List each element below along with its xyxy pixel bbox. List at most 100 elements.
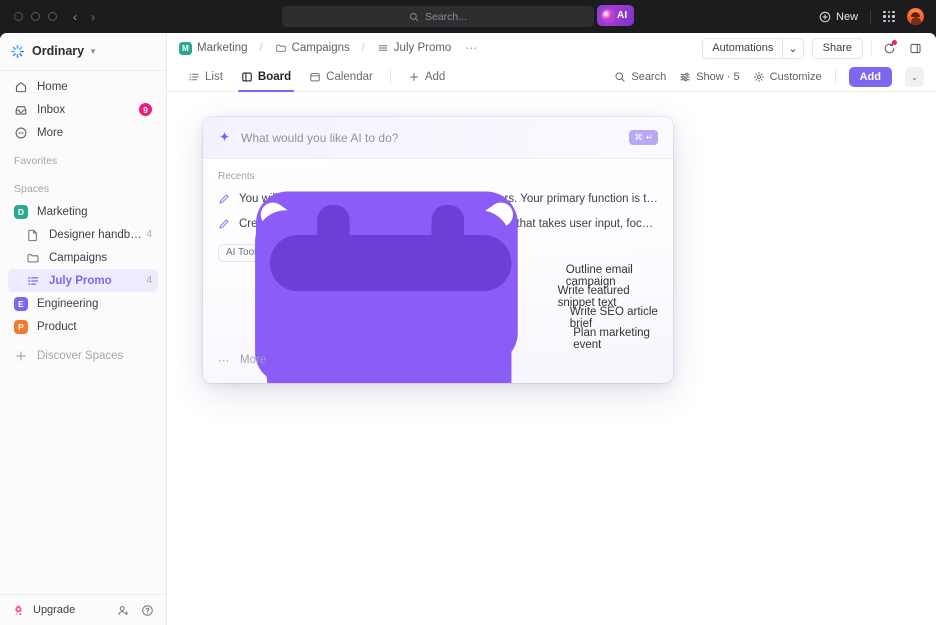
sidebar-item-inbox[interactable]: Inbox 9 xyxy=(8,98,158,121)
new-button[interactable]: New xyxy=(819,11,858,23)
add-task-button[interactable]: Add xyxy=(849,67,892,87)
upgrade-label[interactable]: Upgrade xyxy=(33,604,75,616)
workspace-logo-icon xyxy=(10,44,25,59)
ai-suggestion-plan-marketing-event[interactable]: Plan marketing event xyxy=(203,329,673,350)
sidebar-footer-actions xyxy=(117,604,154,617)
sidebar-item-more-label: More xyxy=(37,127,63,139)
global-search-placeholder: Search... xyxy=(425,11,467,23)
user-avatar[interactable] xyxy=(907,8,924,25)
main-panel: M Marketing / Campaigns / July Promo ⋯ xyxy=(167,33,936,625)
plus-icon xyxy=(14,349,28,363)
apps-grid-icon[interactable] xyxy=(883,11,895,23)
sidebar-spaces-list: D Marketing Designer handbook 4 Campaig xyxy=(0,200,166,367)
add-view-button[interactable]: Add xyxy=(399,63,454,92)
sidebar-item-designer-handbook-label: Designer handbook xyxy=(49,229,146,241)
workspace-switcher[interactable]: Ordinary ▼ xyxy=(0,36,166,66)
breadcrumb-list-icon xyxy=(377,42,389,54)
sidebar-item-engineering-label: Engineering xyxy=(37,298,98,310)
search-icon xyxy=(614,71,626,83)
board-view-icon xyxy=(241,71,253,83)
workspace-name: Ordinary xyxy=(32,44,84,58)
upgrade-rocket-icon xyxy=(12,604,25,617)
browser-top-bar: ‹ › Search... AI New xyxy=(0,0,936,33)
sidebar-item-product[interactable]: P Product xyxy=(8,315,158,338)
share-button[interactable]: Share xyxy=(812,38,863,59)
ai-command-modal: What would you like AI to do? ⌘ ↵ Recent… xyxy=(203,117,673,383)
sidebar-item-home-label: Home xyxy=(37,81,68,93)
minimize-window-button[interactable] xyxy=(31,12,40,21)
plus-circle-icon xyxy=(819,11,831,23)
top-bar-right-cluster: New xyxy=(819,0,924,33)
sidebar-item-campaigns[interactable]: Campaigns xyxy=(8,246,158,269)
breadcrumb: M Marketing / Campaigns / July Promo ⋯ xyxy=(179,41,478,55)
add-task-label: Add xyxy=(860,71,881,83)
maximize-window-button[interactable] xyxy=(48,12,57,21)
doc-icon xyxy=(26,228,40,242)
breadcrumb-separator-2: / xyxy=(362,42,365,54)
add-view-label: Add xyxy=(425,71,445,83)
sidebar-item-designer-handbook[interactable]: Designer handbook 4 xyxy=(8,223,158,246)
ai-modal-body: Recents You will act as a consultant for… xyxy=(203,159,673,383)
gear-icon xyxy=(753,71,765,83)
global-search-input[interactable]: Search... xyxy=(282,6,594,27)
sidebar-panel-icon xyxy=(909,42,922,55)
chevron-down-icon: ⌄ xyxy=(911,73,918,82)
breadcrumb-space-label[interactable]: Marketing xyxy=(197,42,248,54)
ai-orb-icon xyxy=(602,10,613,21)
calendar-icon xyxy=(218,166,563,382)
view-toolbar-right: Search Show · 5 xyxy=(614,67,924,87)
forward-arrow-icon[interactable]: › xyxy=(91,11,95,23)
sidebar-item-july-promo[interactable]: July Promo 4 xyxy=(8,269,158,292)
share-button-label: Share xyxy=(823,42,852,54)
inbox-icon xyxy=(14,103,28,117)
breadcrumb-list-label[interactable]: July Promo xyxy=(394,42,452,54)
sidebar-primary-nav: Home Inbox 9 xyxy=(0,75,166,144)
inbox-unread-badge: 9 xyxy=(139,103,152,116)
customize-button[interactable]: Customize xyxy=(753,71,822,83)
back-arrow-icon[interactable]: ‹ xyxy=(73,11,77,23)
space-avatar-engineering: E xyxy=(14,297,28,311)
kbd-enter-icon: ↵ xyxy=(646,132,653,143)
space-avatar-marketing: D xyxy=(14,205,28,219)
automations-button[interactable]: Automations xyxy=(703,39,782,58)
show-button[interactable]: Show · 5 xyxy=(679,71,739,83)
calendar-view-icon xyxy=(309,71,321,83)
toggle-panel-button[interactable] xyxy=(906,39,924,57)
sidebar: Ordinary ▼ Home Inbox 9 xyxy=(0,33,167,625)
tab-board-label: Board xyxy=(258,71,291,83)
breadcrumb-folder-label[interactable]: Campaigns xyxy=(292,42,350,54)
sidebar-item-more[interactable]: More xyxy=(8,121,158,144)
board-search-button[interactable]: Search xyxy=(614,71,666,83)
breadcrumb-overflow-icon[interactable]: ⋯ xyxy=(465,41,478,55)
breadcrumb-space-avatar: M xyxy=(179,42,192,55)
ai-badge-button[interactable]: AI xyxy=(597,5,634,26)
list-view-icon xyxy=(188,71,200,83)
notifications-button[interactable] xyxy=(880,39,898,57)
ai-submit-shortcut-badge[interactable]: ⌘ ↵ xyxy=(629,130,658,145)
close-window-button[interactable] xyxy=(14,12,23,21)
automations-caret-icon[interactable]: ⌄ xyxy=(782,39,802,58)
home-icon xyxy=(14,80,28,94)
more-dots-icon: ⋯ xyxy=(218,354,230,367)
sidebar-item-campaigns-label: Campaigns xyxy=(49,252,107,264)
search-icon xyxy=(409,12,419,22)
help-icon[interactable] xyxy=(141,604,154,617)
sidebar-item-marketing[interactable]: D Marketing xyxy=(8,200,158,223)
tab-calendar[interactable]: Calendar xyxy=(300,63,382,92)
add-task-caret-button[interactable]: ⌄ xyxy=(905,67,924,87)
notification-dot xyxy=(892,40,897,45)
tab-board[interactable]: Board xyxy=(232,63,300,92)
chevron-down-icon[interactable]: ▼ xyxy=(89,47,97,56)
sidebar-item-inbox-label: Inbox xyxy=(37,104,65,116)
kbd-command-icon: ⌘ xyxy=(634,132,643,143)
sidebar-item-home[interactable]: Home xyxy=(8,75,158,98)
more-circle-icon xyxy=(14,126,28,140)
tab-list[interactable]: List xyxy=(179,63,232,92)
plus-icon xyxy=(408,71,420,83)
app-window: ‹ › Search... AI New xyxy=(0,0,936,625)
sidebar-item-discover-spaces[interactable]: Discover Spaces xyxy=(8,344,158,367)
sidebar-item-engineering[interactable]: E Engineering xyxy=(8,292,158,315)
invite-people-icon[interactable] xyxy=(117,604,130,617)
sidebar-divider xyxy=(0,70,166,71)
sidebar-footer: Upgrade xyxy=(0,594,166,625)
